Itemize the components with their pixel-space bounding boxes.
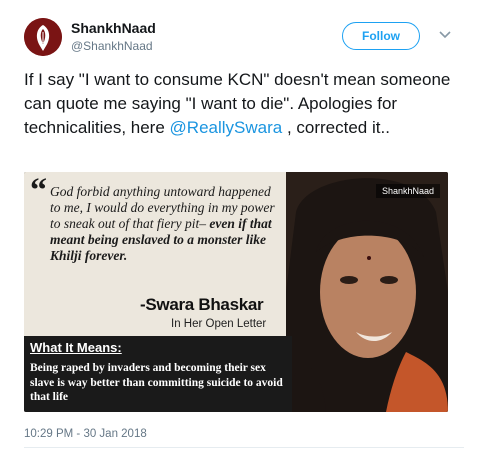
watermark: ShankhNaad [376,184,440,198]
quote-source: In Her Open Letter [171,318,267,330]
display-name[interactable]: ShankhNaad [71,20,156,36]
divider [24,447,464,448]
chevron-down-icon[interactable] [437,26,453,42]
tweet-text: If I say "I want to consume KCN" doesn't… [24,68,464,140]
tweet-image[interactable]: “ God forbid anything untoward happened … [24,172,448,412]
meaning-title: What It Means: [30,340,122,355]
follow-button[interactable]: Follow [342,22,420,50]
tweet-text-tail: , corrected it.. [282,118,390,137]
mention-link[interactable]: @ReallySwara [170,118,283,137]
meaning-box: What It Means: Being raped by invaders a… [24,336,292,412]
tweet-timestamp[interactable]: 10:29 PM - 30 Jan 2018 [24,428,147,440]
quote-author: -Swara Bhaskar [140,295,264,314]
quote-mark: “ [30,172,47,209]
avatar[interactable] [24,18,62,56]
portrait-photo [286,172,448,412]
tweet-header: ShankhNaad @ShankhNaad Follow [24,18,464,58]
meaning-body: Being raped by invaders and becoming the… [30,362,283,403]
quote-text: God forbid anything untoward happened to… [50,184,282,264]
user-handle[interactable]: @ShankhNaad [71,39,153,53]
conch-shell-icon [24,18,62,56]
